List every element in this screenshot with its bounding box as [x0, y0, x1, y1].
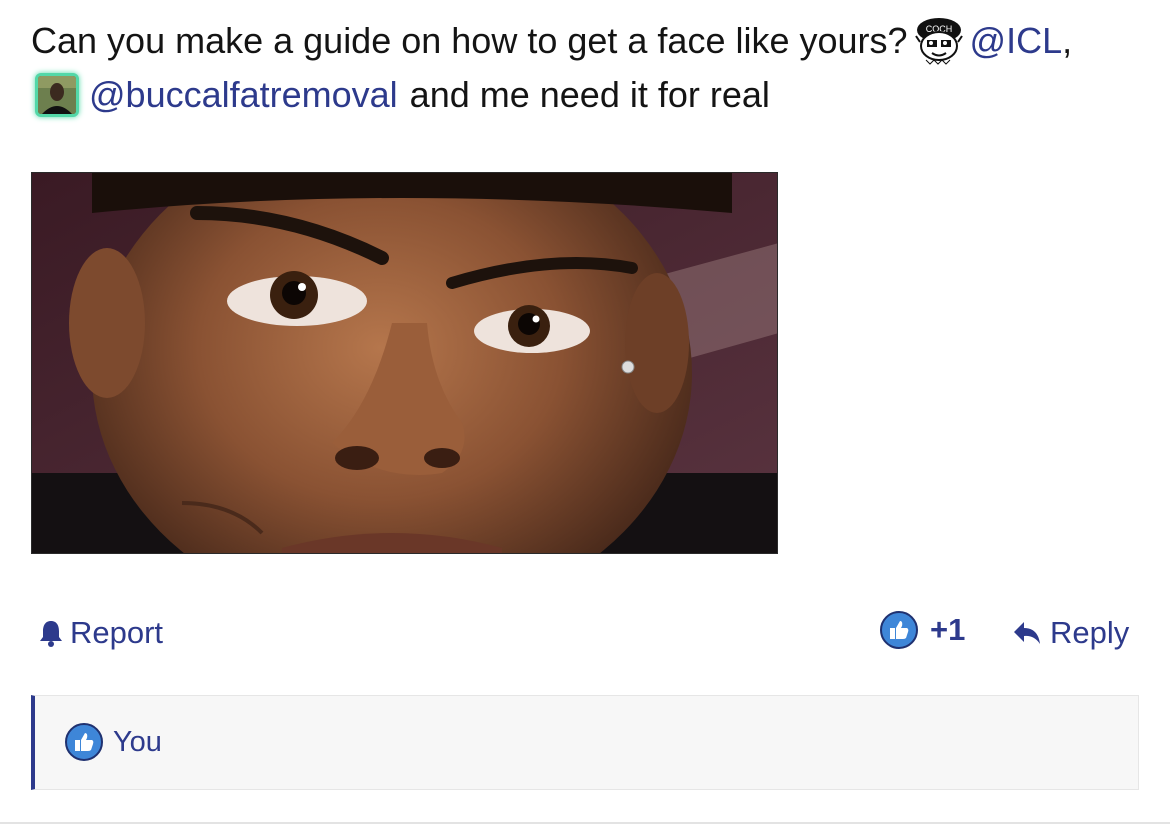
- like-button[interactable]: +1: [880, 611, 965, 649]
- mention-buccalfatremoval[interactable]: @buccalfatremoval: [89, 68, 398, 122]
- like-count: +1: [930, 612, 966, 647]
- post-text-part2: and me need it for real: [409, 74, 770, 115]
- likes-names[interactable]: You: [113, 726, 162, 759]
- post-body: Can you make a guide on how to get a fac…: [31, 14, 1151, 122]
- thumbs-up-icon: [65, 723, 103, 761]
- post-image[interactable]: [31, 172, 778, 554]
- mention-icl[interactable]: @ICL: [970, 14, 1063, 68]
- comma: ,: [1062, 20, 1073, 61]
- likes-row: You: [65, 723, 162, 761]
- buccalfatremoval-avatar-icon[interactable]: [35, 73, 79, 117]
- likes-summary: You: [31, 695, 1139, 790]
- bell-icon: [40, 621, 62, 647]
- post-text-part1: Can you make a guide on how to get a fac…: [31, 20, 908, 61]
- reply-arrow-icon: [1014, 622, 1040, 644]
- divider: [0, 822, 1170, 824]
- icl-avatar-icon[interactable]: COCH: [914, 16, 964, 66]
- report-button[interactable]: Report: [38, 615, 163, 651]
- thumbs-up-icon: [880, 611, 918, 649]
- post-line-1: Can you make a guide on how to get a fac…: [31, 14, 1151, 68]
- report-label: Report: [70, 615, 164, 650]
- post-line-2: @buccalfatremoval and me need it for rea…: [31, 68, 1151, 122]
- reply-label: Reply: [1050, 615, 1130, 650]
- reply-button[interactable]: Reply: [1012, 615, 1129, 651]
- post-actions: Report +1 Reply: [0, 605, 1170, 661]
